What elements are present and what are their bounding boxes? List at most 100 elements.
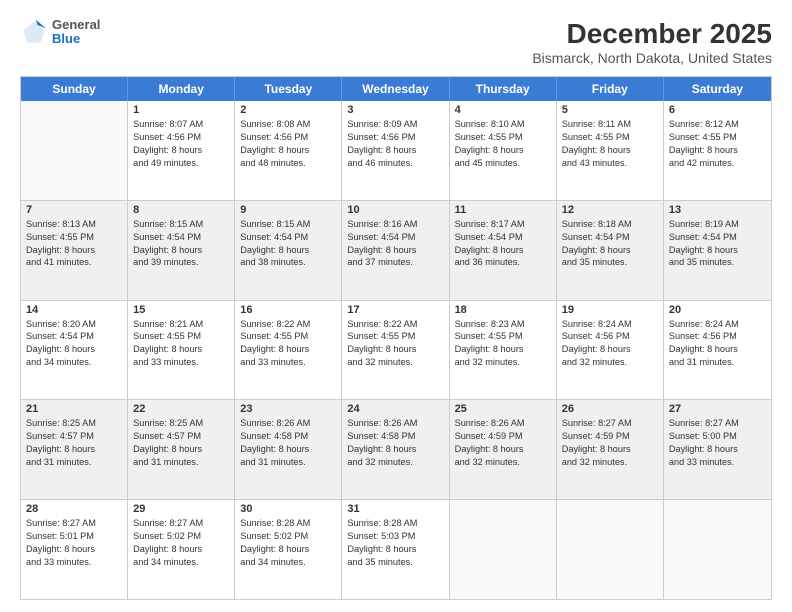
cell-info-line: Sunrise: 8:07 AM (133, 118, 229, 131)
cell-info-line: Sunset: 4:55 PM (562, 131, 658, 144)
cell-info-line: and 49 minutes. (133, 157, 229, 170)
day-number: 18 (455, 304, 551, 316)
cell-info-line: Sunset: 5:02 PM (240, 530, 336, 543)
header-day-monday: Monday (128, 77, 235, 101)
cell-info-line: Sunrise: 8:27 AM (669, 417, 766, 430)
day-number: 14 (26, 304, 122, 316)
cell-info-line: and 33 minutes. (133, 356, 229, 369)
cell-info-line: Daylight: 8 hours (240, 244, 336, 257)
header-day-wednesday: Wednesday (342, 77, 449, 101)
cell-info-line: and 32 minutes. (347, 456, 443, 469)
cell-info-line: Sunset: 4:54 PM (669, 231, 766, 244)
cell-info-line: Sunset: 4:56 PM (562, 330, 658, 343)
cell-info-line: Sunrise: 8:28 AM (347, 517, 443, 530)
cell-info-line: and 35 minutes. (562, 256, 658, 269)
header-day-tuesday: Tuesday (235, 77, 342, 101)
cell-info-line: and 41 minutes. (26, 256, 122, 269)
day-number: 5 (562, 104, 658, 116)
cell-info-line: Sunrise: 8:27 AM (562, 417, 658, 430)
cal-cell: 28Sunrise: 8:27 AMSunset: 5:01 PMDayligh… (21, 500, 128, 599)
cell-info-line: and 34 minutes. (240, 556, 336, 569)
cell-info-line: Sunrise: 8:15 AM (133, 218, 229, 231)
cal-cell (21, 101, 128, 200)
cell-info-line: Daylight: 8 hours (26, 443, 122, 456)
page: General Blue December 2025 Bismarck, Nor… (0, 0, 792, 612)
cell-info-line: Daylight: 8 hours (133, 144, 229, 157)
day-number: 4 (455, 104, 551, 116)
cell-info-line: Sunrise: 8:12 AM (669, 118, 766, 131)
day-number: 12 (562, 204, 658, 216)
cell-info-line: and 31 minutes. (669, 356, 766, 369)
cell-info-line: Sunrise: 8:22 AM (347, 318, 443, 331)
week-row-5: 28Sunrise: 8:27 AMSunset: 5:01 PMDayligh… (21, 500, 771, 599)
cell-info-line: and 32 minutes. (562, 356, 658, 369)
cal-cell: 9Sunrise: 8:15 AMSunset: 4:54 PMDaylight… (235, 201, 342, 300)
cal-cell (450, 500, 557, 599)
cal-cell: 15Sunrise: 8:21 AMSunset: 4:55 PMDayligh… (128, 301, 235, 400)
cell-info-line: Sunset: 5:02 PM (133, 530, 229, 543)
day-number: 23 (240, 403, 336, 415)
cal-cell: 11Sunrise: 8:17 AMSunset: 4:54 PMDayligh… (450, 201, 557, 300)
cell-info-line: Sunset: 5:00 PM (669, 430, 766, 443)
calendar: SundayMondayTuesdayWednesdayThursdayFrid… (20, 76, 772, 600)
cell-info-line: and 33 minutes. (240, 356, 336, 369)
day-number: 6 (669, 104, 766, 116)
week-row-4: 21Sunrise: 8:25 AMSunset: 4:57 PMDayligh… (21, 400, 771, 500)
cell-info-line: Sunset: 4:55 PM (455, 131, 551, 144)
cell-info-line: Daylight: 8 hours (347, 144, 443, 157)
cell-info-line: Sunrise: 8:24 AM (562, 318, 658, 331)
day-number: 19 (562, 304, 658, 316)
cell-info-line: and 34 minutes. (26, 356, 122, 369)
cal-cell: 2Sunrise: 8:08 AMSunset: 4:56 PMDaylight… (235, 101, 342, 200)
day-number: 31 (347, 503, 443, 515)
week-row-2: 7Sunrise: 8:13 AMSunset: 4:55 PMDaylight… (21, 201, 771, 301)
cell-info-line: Daylight: 8 hours (455, 144, 551, 157)
cell-info-line: Daylight: 8 hours (347, 343, 443, 356)
cal-cell: 13Sunrise: 8:19 AMSunset: 4:54 PMDayligh… (664, 201, 771, 300)
cell-info-line: Daylight: 8 hours (133, 443, 229, 456)
cell-info-line: Daylight: 8 hours (240, 144, 336, 157)
cell-info-line: Daylight: 8 hours (133, 244, 229, 257)
day-number: 26 (562, 403, 658, 415)
cell-info-line: and 32 minutes. (562, 456, 658, 469)
cell-info-line: Sunset: 4:58 PM (240, 430, 336, 443)
calendar-body: 1Sunrise: 8:07 AMSunset: 4:56 PMDaylight… (21, 101, 771, 599)
cell-info-line: Sunset: 4:56 PM (669, 330, 766, 343)
cal-cell: 23Sunrise: 8:26 AMSunset: 4:58 PMDayligh… (235, 400, 342, 499)
day-number: 30 (240, 503, 336, 515)
cell-info-line: Daylight: 8 hours (26, 244, 122, 257)
cell-info-line: Daylight: 8 hours (562, 144, 658, 157)
cal-cell: 21Sunrise: 8:25 AMSunset: 4:57 PMDayligh… (21, 400, 128, 499)
cal-cell: 8Sunrise: 8:15 AMSunset: 4:54 PMDaylight… (128, 201, 235, 300)
cell-info-line: Daylight: 8 hours (669, 343, 766, 356)
cal-cell: 27Sunrise: 8:27 AMSunset: 5:00 PMDayligh… (664, 400, 771, 499)
day-number: 28 (26, 503, 122, 515)
day-number: 17 (347, 304, 443, 316)
cal-cell: 14Sunrise: 8:20 AMSunset: 4:54 PMDayligh… (21, 301, 128, 400)
cell-info-line: and 38 minutes. (240, 256, 336, 269)
cell-info-line: Sunrise: 8:23 AM (455, 318, 551, 331)
cal-cell: 19Sunrise: 8:24 AMSunset: 4:56 PMDayligh… (557, 301, 664, 400)
day-number: 27 (669, 403, 766, 415)
logo-blue-text: Blue (52, 32, 100, 46)
cal-cell: 30Sunrise: 8:28 AMSunset: 5:02 PMDayligh… (235, 500, 342, 599)
cell-info-line: Sunset: 4:57 PM (26, 430, 122, 443)
cell-info-line: Sunrise: 8:10 AM (455, 118, 551, 131)
cell-info-line: Daylight: 8 hours (240, 543, 336, 556)
day-number: 15 (133, 304, 229, 316)
cell-info-line: Sunrise: 8:25 AM (133, 417, 229, 430)
cal-cell (557, 500, 664, 599)
header: General Blue December 2025 Bismarck, Nor… (20, 18, 772, 66)
cal-cell: 1Sunrise: 8:07 AMSunset: 4:56 PMDaylight… (128, 101, 235, 200)
cell-info-line: Sunrise: 8:11 AM (562, 118, 658, 131)
cell-info-line: Sunset: 4:54 PM (240, 231, 336, 244)
cell-info-line: Sunrise: 8:17 AM (455, 218, 551, 231)
cell-info-line: Daylight: 8 hours (133, 543, 229, 556)
logo-general-text: General (52, 18, 100, 32)
day-number: 1 (133, 104, 229, 116)
cell-info-line: Daylight: 8 hours (455, 443, 551, 456)
cell-info-line: Daylight: 8 hours (455, 343, 551, 356)
cell-info-line: Daylight: 8 hours (133, 343, 229, 356)
cell-info-line: Daylight: 8 hours (347, 244, 443, 257)
cell-info-line: and 46 minutes. (347, 157, 443, 170)
